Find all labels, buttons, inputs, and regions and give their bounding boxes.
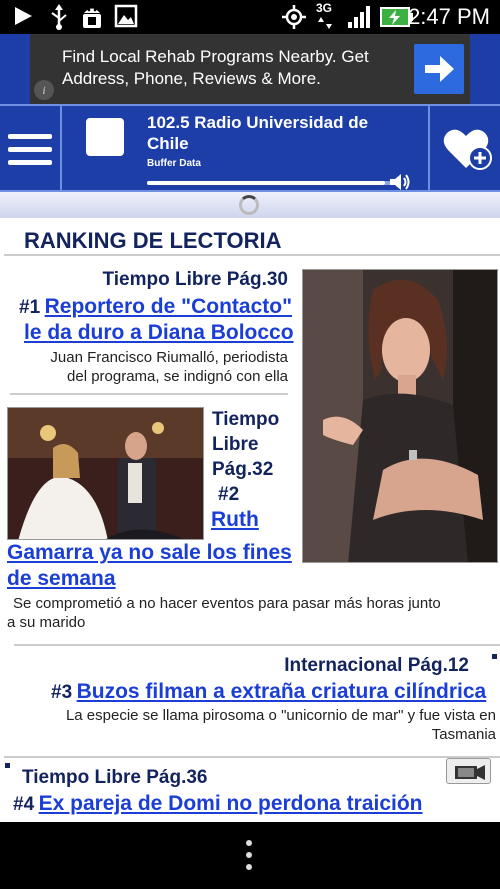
speaker-icon[interactable]: [388, 172, 412, 192]
article-1-photo[interactable]: [302, 269, 498, 563]
article-4-rank: #4: [13, 794, 35, 815]
article-3-title-row: #3 Buzos filman a extraña criatura cilín…: [51, 680, 486, 704]
ad-info-icon[interactable]: i: [34, 80, 54, 100]
article-1-section: Tiempo Libre Pág.30: [102, 269, 288, 290]
network-type: 3G: [316, 1, 333, 15]
image-icon: [114, 4, 138, 28]
ranking-content: RANKING DE LECTORIA Tiempo Libre Pág.30 …: [0, 218, 500, 822]
video-camera-button[interactable]: [446, 758, 491, 784]
article-2-divider: [14, 644, 500, 646]
android-debug-icon: [83, 8, 101, 28]
play-icon: [15, 7, 32, 25]
article-4-link[interactable]: Ex pareja de Domi no perdona traición: [39, 792, 423, 815]
ad-banner[interactable]: Find Local Rehab Programs Nearby. Get Ad…: [0, 34, 500, 104]
signal-icon: [348, 6, 370, 28]
article-2-desc: Se comprometió a no hacer eventos para p…: [7, 594, 497, 632]
article-3-desc-line2: Tasmania: [431, 726, 496, 743]
volume-slider[interactable]: [147, 181, 392, 185]
article-1-desc-line2: del programa, se indignó con ella: [67, 368, 288, 385]
article-4-section: Tiempo Libre Pág.36: [22, 767, 208, 788]
ad-arrow-button[interactable]: [414, 44, 464, 94]
video-camera-icon: [455, 765, 485, 780]
article-2-desc-line2: a su marido: [7, 614, 86, 631]
app-screen: 3G 2:47 PM Find Local Rehab Programs Nea…: [0, 0, 500, 889]
article-2-section-line1: Tiempo: [212, 409, 280, 430]
article-2-link-line2[interactable]: Gamarra ya no sale los fines: [7, 541, 292, 565]
article-2-link[interactable]: Ruth: [211, 508, 259, 532]
loading-spinner-icon: [239, 195, 259, 215]
article-1-link[interactable]: Reportero de "Contacto": [45, 295, 292, 318]
station-name: 102.5 Radio Universidad de Chile: [147, 113, 369, 153]
ranking-title: RANKING DE LECTORIA: [24, 228, 282, 253]
menu-icon-bar: [8, 147, 52, 152]
buffer-status: Buffer Data: [147, 158, 201, 169]
bullet-dot: [5, 763, 10, 768]
article-2-section-line3: Pág.32: [212, 459, 274, 480]
article-2-section-line2: Libre: [212, 434, 259, 455]
menu-icon: [8, 134, 52, 139]
heart-plus-icon: [443, 129, 492, 170]
article-2-link-line3[interactable]: de semana: [7, 567, 116, 591]
article-3-rank: #3: [51, 682, 73, 703]
overflow-menu-icon[interactable]: [246, 840, 252, 872]
play-button[interactable]: [86, 118, 124, 156]
article-1-desc-line1: Juan Francisco Riumalló, periodista: [50, 349, 288, 366]
article-3-desc-line1: La especie se llama pirosoma o "unicorni…: [65, 707, 496, 724]
player-header: 102.5 Radio Universidad de Chile Buffer …: [0, 104, 500, 192]
article-1-title-row: #1 Reportero de "Contacto": [19, 295, 292, 319]
system-nav-bar: [0, 822, 500, 889]
article-3-desc: La especie se llama pirosoma o "unicorni…: [6, 706, 496, 744]
data-arrows-icon: [318, 17, 332, 29]
article-2-section: Tiempo Libre Pág.32: [212, 407, 279, 482]
status-time: 2:47 PM: [408, 4, 490, 29]
status-bar: 3G 2:47 PM: [0, 0, 500, 34]
gps-icon: [282, 5, 306, 29]
article-1-desc: Juan Francisco Riumalló, periodista del …: [50, 348, 288, 386]
article-1-link-line2[interactable]: le da duro a Diana Bolocco: [24, 321, 294, 345]
ranking-header: RANKING DE LECTORIA: [4, 222, 500, 256]
article-2-desc-line1: Se comprometió a no hacer eventos para p…: [13, 595, 441, 612]
usb-icon: [51, 4, 67, 30]
ad-body[interactable]: Find Local Rehab Programs Nearby. Get Ad…: [30, 34, 470, 104]
article-4-title-row: #4 Ex pareja de Domi no perdona traición: [13, 792, 423, 816]
article-1-divider: [10, 393, 288, 395]
loading-strip: [0, 192, 500, 218]
article-1-rank: #1: [19, 297, 41, 318]
article-2-rank: #2: [218, 484, 240, 505]
article-3-link[interactable]: Buzos filman a extraña criatura cilíndri…: [77, 680, 487, 703]
arrow-right-icon: [425, 56, 454, 82]
menu-button[interactable]: [0, 106, 62, 192]
article-2-photo[interactable]: [7, 407, 204, 540]
woman-portrait-image: [303, 270, 497, 562]
volume-slider-fill: [147, 181, 385, 185]
menu-icon-bar: [8, 160, 52, 165]
ad-text[interactable]: Find Local Rehab Programs Nearby. Get Ad…: [62, 46, 402, 90]
wedding-photo-image: [8, 408, 203, 539]
article-3-divider: [4, 756, 500, 758]
article-3-section: Internacional Pág.12: [284, 655, 469, 676]
bullet-dot: [492, 654, 497, 659]
favorite-add-button[interactable]: [428, 106, 500, 192]
